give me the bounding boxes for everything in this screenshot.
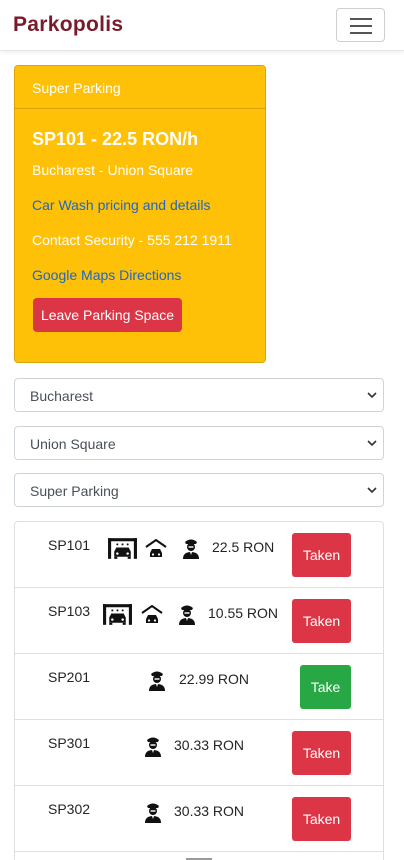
list-item: SP201 22.99 RON Take <box>15 654 383 720</box>
spot-price: 22.99 RON <box>179 671 250 687</box>
spot-price: 30.33 RON <box>174 803 245 819</box>
car-wash-icon <box>107 537 138 560</box>
car-wash-link[interactable]: Car Wash pricing and details <box>32 197 210 213</box>
city-select[interactable]: Bucharest <box>14 378 384 412</box>
list-item: SP101 22.5 RON Taken <box>15 522 383 588</box>
card-header: Super Parking <box>15 66 265 109</box>
google-maps-link[interactable]: Google Maps Directions <box>32 267 181 283</box>
spot-code: SP301 <box>48 735 91 751</box>
spot-price: 22.5 RON <box>212 539 275 555</box>
spot-status-button[interactable]: Take <box>300 665 351 709</box>
spot-price: 10.55 RON <box>208 605 279 621</box>
security-guard-icon <box>143 800 163 824</box>
chevron-down-icon <box>367 487 377 494</box>
navbar: Parkopolis <box>0 0 404 51</box>
location-text: Bucharest - Union Square <box>32 162 194 178</box>
spot-status-button[interactable]: Taken <box>292 533 351 577</box>
hamburger-icon <box>350 25 372 27</box>
provider-select[interactable]: Super Parking <box>14 473 384 507</box>
hamburger-icon <box>350 32 372 34</box>
card-title: SP101 - 22.5 RON/h <box>32 129 199 149</box>
city-select-value: Bucharest <box>30 388 94 404</box>
contact-security-text: Contact Security - 555 212 1911 <box>32 232 232 248</box>
spot-status-button[interactable]: Taken <box>292 731 351 775</box>
security-guard-icon <box>143 734 163 758</box>
spot-code: SP201 <box>48 669 91 685</box>
provider-select-value: Super Parking <box>30 483 119 499</box>
car-wash-icon <box>102 603 133 626</box>
parking-spot-list: SP101 22.5 RON Taken SP103 10.55 RON Tak… <box>14 521 384 860</box>
area-select-value: Union Square <box>30 436 116 452</box>
spot-status-button[interactable]: Taken <box>292 599 351 643</box>
spot-code: SP101 <box>48 537 91 553</box>
hamburger-icon <box>350 18 372 20</box>
spot-code: SP103 <box>48 603 91 619</box>
area-select[interactable]: Union Square <box>14 426 384 460</box>
chevron-down-icon <box>367 440 377 447</box>
current-parking-card: Super Parking SP101 - 22.5 RON/h Buchare… <box>14 65 266 363</box>
security-guard-icon <box>181 536 201 560</box>
spot-price: 30.33 RON <box>174 737 245 753</box>
list-item: SP301 30.33 RON Taken <box>15 720 383 786</box>
security-guard-icon <box>147 668 167 692</box>
list-item: SP302 30.33 RON Taken <box>15 786 383 852</box>
list-item: SP103 10.55 RON Taken <box>15 588 383 654</box>
menu-toggle-button[interactable] <box>336 8 385 42</box>
chevron-down-icon <box>367 392 377 399</box>
spot-code: SP302 <box>48 801 91 817</box>
garage-icon <box>141 605 163 625</box>
security-guard-icon <box>177 602 197 626</box>
leave-parking-button[interactable]: Leave Parking Space <box>33 298 182 332</box>
brand-logo[interactable]: Parkopolis <box>13 13 123 37</box>
spot-status-button[interactable]: Taken <box>292 797 351 841</box>
garage-icon <box>145 539 167 559</box>
